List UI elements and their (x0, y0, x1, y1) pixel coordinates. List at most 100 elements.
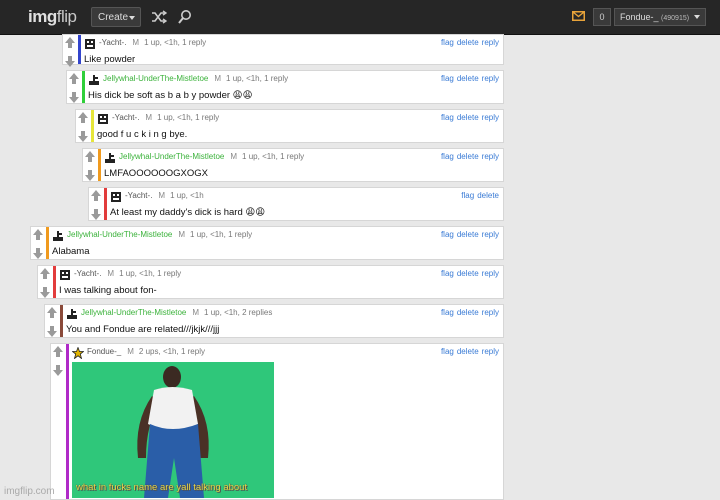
user-menu-button[interactable]: Fondue-_ (490915) (614, 8, 706, 26)
downvote-arrow-icon[interactable] (32, 247, 44, 260)
flag-link[interactable]: flag (441, 152, 454, 161)
thread-depth-bar (46, 227, 49, 259)
star-avatar-icon[interactable] (72, 347, 84, 359)
search-icon[interactable] (177, 9, 193, 25)
downvote-arrow-icon[interactable] (52, 364, 64, 377)
flag-link[interactable]: flag (461, 191, 474, 200)
mod-badge: M (178, 230, 186, 239)
comment-text: His dick be soft as b a b y powder 😩😩 (88, 90, 253, 101)
create-label: Create (98, 12, 129, 23)
downvote-arrow-icon[interactable] (84, 169, 96, 182)
crane-avatar-icon[interactable] (104, 152, 116, 164)
delete-link[interactable]: delete (457, 152, 479, 161)
comment-meta: -Yacht-. M 1 up, <1h, 1 reply (112, 113, 219, 122)
upvote-arrow-icon[interactable] (52, 345, 64, 358)
delete-link[interactable]: delete (457, 74, 479, 83)
flag-link[interactable]: flag (441, 113, 454, 122)
thread-depth-bar (78, 35, 81, 64)
comment-username[interactable]: Jellywhal-UnderThe-Mistletoe (103, 74, 208, 83)
mod-badge: M (158, 191, 166, 200)
flag-link[interactable]: flag (441, 347, 454, 356)
comment-text: You and Fondue are related///jkjk///jjj (66, 324, 220, 335)
comment-votes-time: 1 up, <1h, 1 reply (119, 269, 182, 278)
comment-votes-time: 2 ups, <1h, 1 reply (138, 347, 205, 356)
comment-item: Jellywhal-UnderThe-Mistletoe M 1 up, <1h, … (82, 148, 504, 182)
delete-link[interactable]: delete (457, 269, 479, 278)
flag-link[interactable]: flag (441, 230, 454, 239)
delete-link[interactable]: delete (457, 38, 479, 47)
comment-votes-time: 1 up, <1h, 1 reply (190, 230, 253, 239)
downvote-arrow-icon[interactable] (39, 286, 51, 299)
comment-username[interactable]: Jellywhal-UnderThe-Mistletoe (119, 152, 224, 161)
flag-link[interactable]: flag (441, 308, 454, 317)
reply-link[interactable]: reply (482, 74, 499, 83)
downvote-arrow-icon[interactable] (68, 91, 80, 104)
upvote-arrow-icon[interactable] (84, 150, 96, 163)
comment-username[interactable]: -Yacht-. (125, 191, 152, 200)
reply-link[interactable]: reply (482, 152, 499, 161)
comment-text: good f u c k i n g bye. (97, 129, 188, 140)
mail-icon[interactable] (572, 11, 585, 21)
downvote-arrow-icon[interactable] (46, 325, 58, 338)
pixel-avatar-icon[interactable] (84, 38, 96, 50)
thread-depth-bar (82, 71, 85, 103)
reply-link[interactable]: reply (482, 38, 499, 47)
delete-link[interactable]: delete (477, 191, 499, 200)
pixel-avatar-icon[interactable] (97, 113, 109, 125)
upvote-arrow-icon[interactable] (46, 306, 58, 319)
create-menu-button[interactable]: Create (91, 7, 141, 27)
meme-image[interactable]: what in fucks name are yall talking abou… (72, 362, 274, 498)
comment-meta: Jellywhal-UnderThe-Mistletoe M 1 up, <1h, … (67, 230, 252, 239)
mod-badge: M (145, 113, 153, 122)
comment-item: -Yacht-. M 1 up, <1h At least my daddy's d… (88, 187, 504, 221)
reply-link[interactable]: reply (482, 347, 499, 356)
comment-actions: flag delete reply (438, 38, 499, 47)
comment-username[interactable]: Fondue-_ (87, 347, 121, 356)
upvote-arrow-icon[interactable] (64, 36, 76, 49)
upvote-arrow-icon[interactable] (32, 228, 44, 241)
flag-link[interactable]: flag (441, 38, 454, 47)
reply-link[interactable]: reply (482, 230, 499, 239)
user-points: (490915) (661, 15, 690, 22)
delete-link[interactable]: delete (457, 347, 479, 356)
downvote-arrow-icon[interactable] (64, 55, 76, 68)
mod-badge: M (127, 347, 134, 356)
upvote-arrow-icon[interactable] (90, 189, 102, 202)
reply-link[interactable]: reply (482, 308, 499, 317)
downvote-arrow-icon[interactable] (77, 130, 89, 143)
comment-item: Jellywhal-UnderThe-Mistletoe M 1 up, <1h, … (44, 304, 504, 338)
upvote-arrow-icon[interactable] (39, 267, 51, 280)
delete-link[interactable]: delete (457, 230, 479, 239)
upvote-arrow-icon[interactable] (68, 72, 80, 85)
comment-actions: flag delete reply (438, 113, 499, 122)
imgflip-logo[interactable]: imgflip (28, 7, 77, 27)
pixel-avatar-icon[interactable] (110, 191, 122, 203)
pixel-avatar-icon[interactable] (59, 269, 71, 281)
comment-votes-time: 1 up, <1h, 1 reply (157, 113, 220, 122)
thread-depth-bar (104, 188, 107, 220)
comment-username[interactable]: -Yacht-. (74, 269, 101, 278)
upvote-arrow-icon[interactable] (77, 111, 89, 124)
reply-link[interactable]: reply (482, 113, 499, 122)
comment-username[interactable]: Jellywhal-UnderThe-Mistletoe (67, 230, 172, 239)
crane-avatar-icon[interactable] (66, 308, 78, 320)
comment-username[interactable]: -Yacht-. (112, 113, 139, 122)
comment-meta: Jellywhal-UnderThe-Mistletoe M 1 up, <1h, … (119, 152, 304, 161)
mod-badge: M (230, 152, 238, 161)
delete-link[interactable]: delete (457, 308, 479, 317)
flag-link[interactable]: flag (441, 74, 454, 83)
downvote-arrow-icon[interactable] (90, 208, 102, 221)
reply-link[interactable]: reply (482, 269, 499, 278)
delete-link[interactable]: delete (457, 113, 479, 122)
crane-avatar-icon[interactable] (88, 74, 100, 86)
comment-actions: flag delete reply (438, 347, 499, 356)
crane-avatar-icon[interactable] (52, 230, 64, 242)
comment-username[interactable]: Jellywhal-UnderThe-Mistletoe (81, 308, 186, 317)
notification-count[interactable]: 0 (593, 8, 611, 26)
comment-meta: Jellywhal-UnderThe-Mistletoe M 1 up, <1h, … (103, 74, 288, 83)
comment-text: LMFAOOOOOOGXOGX (104, 168, 208, 179)
flag-link[interactable]: flag (441, 269, 454, 278)
comment-username[interactable]: -Yacht-. (99, 38, 126, 47)
shuffle-icon[interactable] (151, 9, 167, 25)
mod-badge: M (192, 308, 200, 317)
